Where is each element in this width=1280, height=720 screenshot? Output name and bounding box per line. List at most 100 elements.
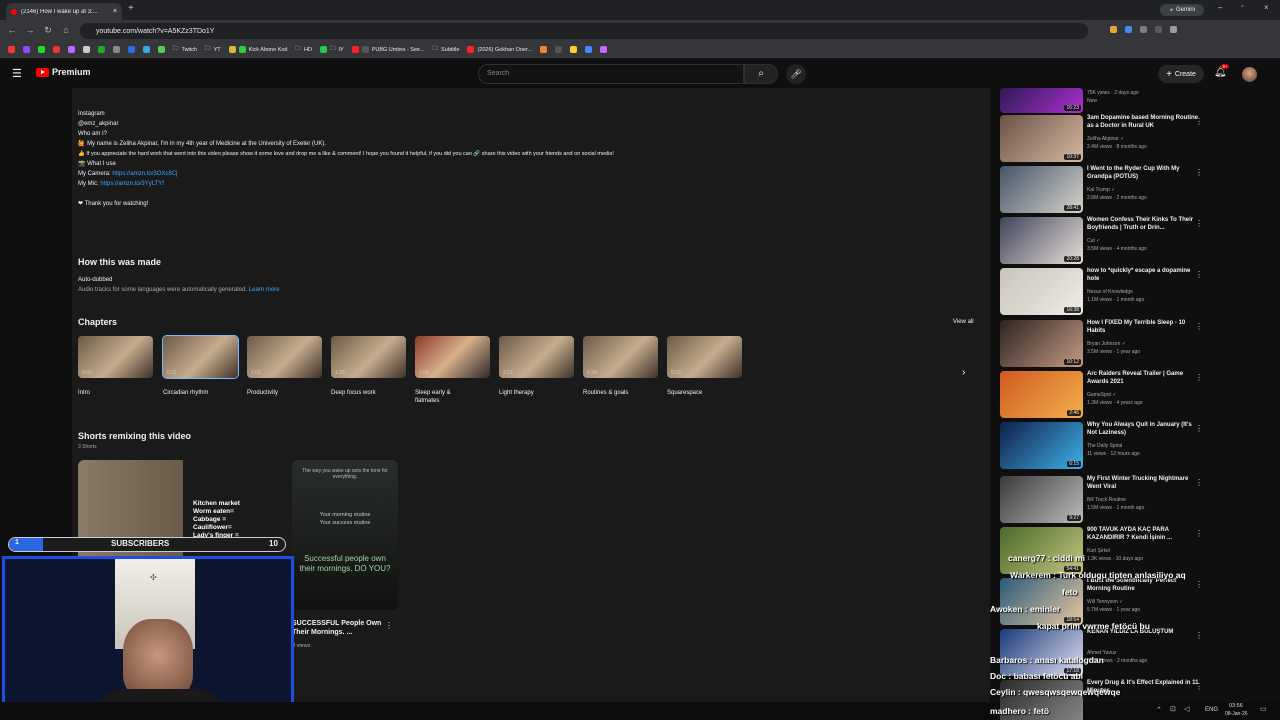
- bookmark-icon[interactable]: [570, 46, 578, 53]
- chapter-card[interactable]: 5:15 Squarespace: [667, 336, 742, 397]
- kick-icon: [228, 46, 236, 53]
- recommendation-item[interactable]: 2:46 Arc Raiders Reveal Trailer | Game Aw…: [1000, 371, 1260, 419]
- mic-link[interactable]: https://amzn.to/3YyLTYf: [100, 181, 164, 187]
- extension-icon[interactable]: [1110, 26, 1117, 33]
- video-channel: Cut ✓: [1087, 238, 1101, 244]
- more-options-icon[interactable]: ⋮: [1195, 270, 1203, 279]
- bookmark-folder[interactable]: 🗀 HD: [296, 45, 312, 54]
- chapter-card[interactable]: 1:58 Sleep early & flatmates: [415, 336, 490, 405]
- back-icon[interactable]: ←: [6, 24, 18, 36]
- extension-icon[interactable]: [1140, 26, 1147, 33]
- notification-center-icon[interactable]: ▭: [1260, 705, 1267, 713]
- more-options-icon[interactable]: ⋮: [1195, 424, 1203, 433]
- recommendation-item[interactable]: 18:54 I Built the Scientifically 'Perfect…: [1000, 578, 1260, 626]
- video-title: Why You Always Quit in January (It's Not…: [1087, 422, 1192, 436]
- search-button[interactable]: ⌕: [744, 64, 778, 84]
- chapter-card[interactable]: 1:35 Deep focus work: [331, 336, 406, 397]
- bookmark-item[interactable]: (2026) Gokhan Oner...: [467, 46, 532, 53]
- recommendation-item[interactable]: 16:23 75K views · 2 days ago New: [1000, 88, 1260, 114]
- recommendation-item[interactable]: 54:41 900 TAVUK AYDA KAÇ PARA KAZANDIRIR …: [1000, 527, 1260, 575]
- learn-more-link[interactable]: Learn more: [249, 287, 280, 293]
- minimize-icon[interactable]: –: [1218, 3, 1222, 12]
- notifications-button[interactable]: 🔔︎ 9+: [1214, 64, 1230, 78]
- bookmark-icon[interactable]: [68, 46, 75, 53]
- bookmark-icon[interactable]: [158, 46, 165, 53]
- extension-icon[interactable]: [1125, 26, 1132, 33]
- more-options-icon[interactable]: ⋮: [1195, 117, 1203, 126]
- new-tab-icon[interactable]: +: [128, 3, 134, 14]
- chapter-card[interactable]: 0:00 Intro: [78, 336, 153, 397]
- tab-close-icon[interactable]: ×: [113, 8, 117, 15]
- recommendation-item[interactable]: 20:28 Women Confess Their Kinks To Their …: [1000, 217, 1260, 265]
- youtube-logo[interactable]: Premium: [36, 67, 91, 77]
- view-all-button[interactable]: View all: [953, 317, 974, 327]
- video-channel: Bryan Johnson ✓: [1087, 341, 1126, 347]
- more-options-icon[interactable]: ⋮: [1195, 373, 1203, 382]
- extension-icon[interactable]: [1155, 26, 1162, 33]
- recommendation-item[interactable]: 6:15 Why You Always Quit in January (It's…: [1000, 422, 1260, 470]
- browser-tab[interactable]: (2146) How I wake up at 3:... ×: [6, 3, 122, 20]
- bookmark-icon[interactable]: [23, 46, 30, 53]
- bookmark-icon[interactable]: [555, 46, 563, 53]
- recommendation-item[interactable]: 9:27 My First Winter Trucking Nightmare W…: [1000, 476, 1260, 524]
- more-options-icon[interactable]: ⋮: [1195, 580, 1203, 589]
- recommendation-item[interactable]: 17:18 KENAN YILDIZ'LA BULUŞTUM Ahmet Yavuz…: [1000, 629, 1260, 677]
- bookmark-icon[interactable]: [128, 46, 135, 53]
- video-channel: Kurt Şirket: [1087, 548, 1111, 554]
- bookmark-folder[interactable]: 🗀 Twitch: [173, 45, 197, 54]
- bookmark-icon[interactable]: [585, 46, 593, 53]
- avatar[interactable]: [1242, 67, 1257, 82]
- more-options-icon[interactable]: ⋮: [1195, 219, 1203, 228]
- more-options-icon[interactable]: ⋮: [1195, 631, 1203, 640]
- auto-dubbed-text: Audio tracks for some languages were aut…: [78, 285, 279, 295]
- bookmark-icon[interactable]: [113, 46, 120, 53]
- bookmark-item[interactable]: PUBG Umbra - See...: [351, 46, 425, 53]
- search-input[interactable]: Search: [478, 64, 744, 84]
- home-icon[interactable]: ⌂: [60, 24, 72, 36]
- bookmark-folder[interactable]: 🗀 YT: [205, 45, 221, 54]
- more-options-icon[interactable]: ⋮: [1195, 529, 1203, 538]
- recommendation-item[interactable]: 28:41 I Went to the Ryder Cup With My Gra…: [1000, 166, 1260, 214]
- chapter-card[interactable]: 4:39 Routines & goals: [583, 336, 658, 397]
- maximize-icon[interactable]: ▫: [1241, 3, 1243, 10]
- more-options-icon[interactable]: ⋮: [1195, 322, 1203, 331]
- gemini-button[interactable]: ✦ Gemini: [1160, 4, 1204, 16]
- bookmark-icon[interactable]: [83, 46, 90, 53]
- bookmark-item[interactable]: 🗀 IY: [319, 45, 344, 54]
- chapter-card[interactable]: 3:12 Light therapy: [499, 336, 574, 397]
- close-window-icon[interactable]: ×: [1264, 3, 1269, 12]
- more-options-icon[interactable]: ⋮: [1195, 682, 1203, 691]
- video-channel: Will Tennyson ✓: [1087, 599, 1124, 605]
- forward-icon[interactable]: →: [24, 24, 36, 36]
- bookmark-icon[interactable]: [143, 46, 150, 53]
- extension-icon[interactable]: [1170, 26, 1177, 33]
- camera-link[interactable]: https://amzn.to/3OXc8Cj: [112, 171, 177, 177]
- auto-dubbed-description: Audio tracks for some languages were aut…: [78, 287, 248, 293]
- bookmark-icon[interactable]: [8, 46, 15, 53]
- recommendation-item[interactable]: 10:37 3am Dopamine based Morning Routine …: [1000, 115, 1260, 163]
- bookmark-icon[interactable]: [600, 46, 608, 53]
- bookmark-folder[interactable]: 🗀 Subtitle: [433, 45, 460, 54]
- chevron-right-icon[interactable]: ›: [962, 367, 965, 378]
- more-options-icon[interactable]: ⋮: [385, 621, 393, 630]
- chapter-card[interactable]: 1:02 Productivity: [247, 336, 322, 397]
- bookmark-icon[interactable]: [540, 46, 548, 53]
- short-title[interactable]: SUCCESSFUL People Own Their Mornings. ..…: [292, 619, 382, 637]
- bookmark-icon[interactable]: [98, 46, 105, 53]
- reload-icon[interactable]: ↻: [42, 24, 54, 36]
- url-field[interactable]: youtube.com/watch?v=A5KZz3TDo1Y: [80, 23, 1088, 39]
- youtube-play-icon: [36, 67, 49, 77]
- recommendation-item[interactable]: 16:38 how to *quickly* escape a dopamine …: [1000, 268, 1260, 316]
- more-options-icon[interactable]: ⋮: [1195, 478, 1203, 487]
- bookmark-item[interactable]: Kick Abone Kod: [228, 46, 288, 53]
- bookmark-icon[interactable]: [38, 46, 45, 53]
- create-button[interactable]: + Create: [1158, 65, 1204, 83]
- recommendation-item[interactable]: 10:12 How I FIXED My Terrible Sleep - 10 …: [1000, 320, 1260, 368]
- more-options-icon[interactable]: ⋮: [1195, 168, 1203, 177]
- bookmark-icon[interactable]: [53, 46, 60, 53]
- video-meta: 2.8M views · 2 months ago: [1087, 195, 1147, 201]
- short-card[interactable]: The way you wake up sets the tone for ev…: [292, 460, 398, 610]
- voice-search-button[interactable]: 🎤︎: [786, 64, 806, 84]
- chapter-card[interactable]: 0:21 Circadian rhythm: [162, 335, 239, 397]
- menu-icon[interactable]: ☰: [12, 67, 22, 80]
